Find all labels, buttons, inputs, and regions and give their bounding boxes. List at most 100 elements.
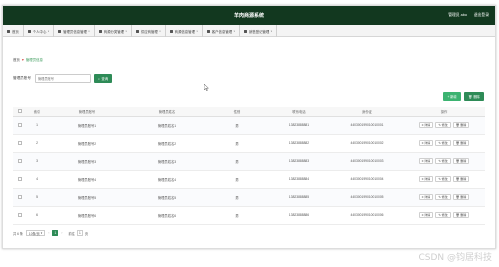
col-actions: 操作 <box>403 107 485 117</box>
row-select-cell[interactable] <box>13 206 27 225</box>
cell-idcard: 440300199010010004 <box>331 170 403 189</box>
col-index: 索引 <box>27 107 47 117</box>
row-select-cell[interactable] <box>13 134 27 153</box>
chevron-down-icon: ▾ <box>196 29 198 33</box>
next-page-icon[interactable]: › <box>61 231 62 235</box>
page-size-value: 10条/页 <box>28 231 40 236</box>
goto-label: 前往 <box>68 231 75 236</box>
nav-item-label: 商源分类管理 <box>103 29 125 34</box>
prev-page-icon[interactable]: ‹ <box>48 231 49 235</box>
row-checkbox[interactable] <box>18 213 22 218</box>
add-button[interactable]: + 新增 <box>443 92 461 101</box>
nav-item-label: 客户信息管理 <box>211 29 233 34</box>
select-all-checkbox[interactable] <box>18 109 22 114</box>
cell-idcard: 440300199010010001 <box>331 116 403 135</box>
row-select-cell[interactable] <box>13 170 27 189</box>
delete-label: 删除 <box>460 213 467 217</box>
cell-account: 管理员账号1 <box>47 116 127 135</box>
delete-button[interactable]: 🗑 删除 <box>452 193 470 201</box>
edit-icon: ✎ <box>438 141 441 145</box>
nav-item-3[interactable]: 商源分类管理 ▾ <box>95 25 132 37</box>
cell-phone: 13823888882 <box>267 134 331 153</box>
delete-button[interactable]: 🗑 删除 <box>452 157 470 165</box>
row-checkbox[interactable] <box>18 195 22 200</box>
row-select-cell[interactable] <box>13 188 27 207</box>
chevron-down-icon: ▾ <box>125 29 127 33</box>
select-all-header[interactable] <box>13 107 27 117</box>
delete-button[interactable]: 🗑 删除 <box>452 175 470 183</box>
nav-item-2[interactable]: 管理员信息管理 ▾ <box>54 25 95 37</box>
current-page[interactable]: 1 <box>52 230 59 236</box>
cell-actions: ≡ 详情 ✎ 修改 🗑 删除 <box>403 170 485 189</box>
detail-label: 详情 <box>424 141 431 145</box>
edit-button[interactable]: ✎ 修改 <box>435 211 451 219</box>
detail-button[interactable]: ≡ 详情 <box>418 211 434 219</box>
edit-label: 修改 <box>441 195 448 199</box>
breadcrumb-home[interactable]: 首页 <box>13 57 20 62</box>
edit-button[interactable]: ✎ 修改 <box>435 175 451 183</box>
detail-button[interactable]: ≡ 详情 <box>418 193 434 201</box>
cell-index: 1 <box>27 116 47 135</box>
detail-button[interactable]: ≡ 详情 <box>418 175 434 183</box>
row-checkbox[interactable] <box>18 123 22 128</box>
edit-button[interactable]: ✎ 修改 <box>435 157 451 165</box>
table-row: 6 管理员账号6 管理员姓名6 男 13823888886 440300199010010… <box>13 206 485 225</box>
cell-phone: 13823888883 <box>267 152 331 171</box>
cell-gender: 男 <box>207 170 267 189</box>
cell-account: 管理员账号3 <box>47 152 127 171</box>
cell-actions: ≡ 详情 ✎ 修改 🗑 删除 <box>403 188 485 207</box>
detail-label: 详情 <box>424 123 431 127</box>
row-select-cell[interactable] <box>13 116 27 135</box>
edit-button[interactable]: ✎ 修改 <box>435 193 451 201</box>
cell-name: 管理员姓名3 <box>127 152 207 171</box>
cell-name: 管理员姓名5 <box>127 188 207 207</box>
nav-item-4[interactable]: 供应商管理 ▾ <box>132 25 166 37</box>
mouse-cursor-icon <box>204 84 209 91</box>
cell-actions: ≡ 详情 ✎ 修改 🗑 删除 <box>403 152 485 171</box>
batch-delete-button[interactable]: 🗑 删除 <box>464 92 484 101</box>
search-bar: 管理员账号 ⌕ 查询 <box>13 74 113 83</box>
menu-icon <box>58 29 62 33</box>
row-select-cell[interactable] <box>13 152 27 171</box>
delete-button[interactable]: 🗑 删除 <box>452 121 470 129</box>
cell-index: 5 <box>27 188 47 207</box>
detail-button[interactable]: ≡ 详情 <box>418 157 434 165</box>
nav-item-0[interactable]: 首页 <box>3 25 24 37</box>
row-checkbox[interactable] <box>18 177 22 182</box>
trash-icon: 🗑 <box>468 94 473 99</box>
edit-button[interactable]: ✎ 修改 <box>435 139 451 147</box>
delete-button[interactable]: 🗑 删除 <box>452 139 470 147</box>
batch-delete-label: 删除 <box>473 95 480 99</box>
page-size-select[interactable]: 10条/页 ▾ <box>25 230 46 236</box>
home-icon <box>7 29 10 33</box>
row-checkbox[interactable] <box>18 159 22 164</box>
chevron-down-icon: ▾ <box>88 29 90 33</box>
edit-button[interactable]: ✎ 修改 <box>435 121 451 129</box>
row-checkbox[interactable] <box>18 141 22 146</box>
nav-item-label: 个人中心 <box>32 29 47 34</box>
col-phone: 联系电话 <box>267 107 331 117</box>
chevron-down-icon: ▾ <box>159 29 161 33</box>
table-header-row: 索引 管理员账号 管理员姓名 性别 联系电话 身份证 操作 <box>13 107 485 117</box>
col-idcard: 身份证 <box>331 107 403 117</box>
delete-button[interactable]: 🗑 删除 <box>452 211 470 219</box>
nav-item-7[interactable]: 销售登记管理 ▾ <box>240 25 278 37</box>
nav-item-1[interactable]: 个人中心 ▾ <box>24 25 55 37</box>
edit-icon: ✎ <box>438 195 441 199</box>
nav-item-label: 商源信息管理 <box>174 29 195 34</box>
cell-gender: 男 <box>207 188 267 207</box>
nav-item-6[interactable]: 客户信息管理 ▾ <box>203 25 240 37</box>
detail-label: 详情 <box>424 177 431 181</box>
delete-label: 删除 <box>460 141 467 145</box>
detail-button[interactable]: ≡ 详情 <box>418 121 434 129</box>
list-icon: ≡ <box>421 177 424 181</box>
nav-item-5[interactable]: 商源信息管理 ▾ <box>166 25 203 37</box>
detail-button[interactable]: ≡ 详情 <box>418 139 434 147</box>
search-input[interactable] <box>34 74 91 83</box>
cell-account: 管理员账号5 <box>47 188 127 207</box>
logout-button[interactable]: 退出登录 <box>474 13 489 18</box>
list-icon: ≡ <box>421 159 424 163</box>
search-button[interactable]: ⌕ 查询 <box>93 74 113 83</box>
breadcrumb-current: 管理员信息 <box>25 58 43 62</box>
goto-page-input[interactable]: 1 <box>76 230 83 236</box>
